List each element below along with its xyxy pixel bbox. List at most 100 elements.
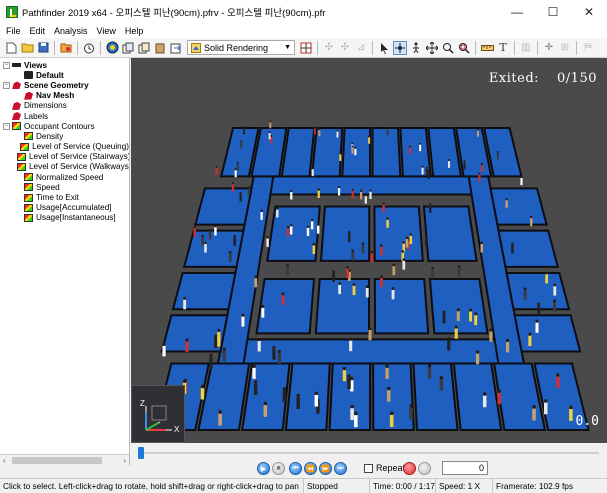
tree-item[interactable]: Speed xyxy=(0,182,129,192)
stopwatch-icon[interactable] xyxy=(82,41,96,55)
axis-x-label: X xyxy=(174,425,180,434)
scroll-left-arrow-icon[interactable]: ‹ xyxy=(3,455,6,465)
occupant-figure xyxy=(391,287,395,300)
timeline-slider-thumb[interactable] xyxy=(138,447,144,459)
occupant-paths-disabled-icon: ⛿ xyxy=(584,42,592,53)
tree-item[interactable]: Time to Exit xyxy=(0,192,129,202)
zoom-icon[interactable] xyxy=(441,41,455,55)
record-stop-button[interactable] xyxy=(418,462,431,475)
room-floor xyxy=(452,362,503,431)
occupant-figure xyxy=(268,131,271,140)
zoom-box-icon[interactable] xyxy=(457,41,471,55)
open-model-icon[interactable] xyxy=(59,41,73,55)
tree-expander-icon[interactable]: − xyxy=(3,122,10,130)
tree-expander-icon[interactable]: − xyxy=(3,61,10,69)
export-icon[interactable] xyxy=(169,41,183,55)
tree-item[interactable]: − Views xyxy=(0,60,129,70)
tree-item[interactable]: Normalized Speed xyxy=(0,172,129,182)
occupant-figure xyxy=(214,334,218,349)
play-button[interactable]: ▶ xyxy=(257,462,270,475)
occupant-figure xyxy=(474,312,478,326)
maximize-button[interactable]: ☐ xyxy=(535,0,571,24)
scrollbar-thumb[interactable] xyxy=(12,457,102,464)
tree-item-label: Normalized Speed xyxy=(36,172,104,182)
occupant-figure xyxy=(364,193,367,204)
pan-icon[interactable] xyxy=(425,41,439,55)
render-mode-select[interactable]: Solid Rendering ▼ xyxy=(187,40,295,55)
contour-icon xyxy=(12,122,21,131)
save-icon[interactable] xyxy=(36,41,50,55)
tree-item[interactable]: Usage[Accumulated] xyxy=(0,203,129,213)
tree-item[interactable]: Nav Mesh xyxy=(0,91,129,101)
occupant-figure xyxy=(480,241,484,253)
tree-item[interactable]: Density xyxy=(0,131,129,141)
grid-snap-icon[interactable]: ✛ xyxy=(542,41,556,55)
occupant-figure xyxy=(240,140,243,149)
tree-item[interactable]: Labels xyxy=(0,111,129,121)
fast-forward-button[interactable]: ⏩ xyxy=(319,462,332,475)
copy-view-icon[interactable] xyxy=(121,41,135,55)
occupant-figure xyxy=(338,282,342,295)
text-tool-icon[interactable]: T xyxy=(496,41,510,55)
occupant-figure xyxy=(365,285,369,298)
occupant-view-icon[interactable] xyxy=(105,41,119,55)
copy-image-icon[interactable] xyxy=(137,41,151,55)
occupant-figure xyxy=(257,337,261,352)
occupant-figure xyxy=(556,373,560,388)
occupant-figure xyxy=(215,165,218,175)
menu-view[interactable]: View xyxy=(97,26,116,36)
occupant-figure xyxy=(419,142,422,152)
floor-plan-icon[interactable] xyxy=(299,41,313,55)
stop-button[interactable]: ■ xyxy=(272,462,285,475)
tree-item[interactable]: Usage[Instantaneous] xyxy=(0,213,129,223)
new-file-icon[interactable] xyxy=(4,41,18,55)
select-pointer-icon[interactable] xyxy=(377,41,391,55)
contour-icon xyxy=(17,162,26,171)
3d-viewport[interactable]: Exited: 0/150 Z X 0.0 xyxy=(131,58,607,443)
tree-item[interactable]: Level of Service (Walkways) xyxy=(0,162,129,172)
tree-item[interactable]: − Scene Geometry xyxy=(0,80,129,90)
tree-item[interactable]: Default xyxy=(0,70,129,80)
repeat-toggle[interactable]: Repeat xyxy=(364,463,405,473)
occupant-figure xyxy=(463,160,466,170)
close-button[interactable]: ✕ xyxy=(571,0,607,24)
menu-bar: File Edit Analysis View Help xyxy=(0,24,607,38)
occupant-figure xyxy=(427,169,430,179)
menu-help[interactable]: Help xyxy=(125,26,144,36)
occupant-figure xyxy=(496,151,499,160)
occupant-figure xyxy=(439,376,444,391)
tree-expander-icon[interactable]: − xyxy=(3,81,10,89)
tree-item[interactable]: Dimensions xyxy=(0,101,129,111)
occupant-figure xyxy=(316,223,320,234)
ruler-icon[interactable] xyxy=(480,41,494,55)
occupant-figure xyxy=(409,404,413,420)
tree-item[interactable]: − Occupant Contours xyxy=(0,121,129,131)
repeat-checkbox[interactable] xyxy=(364,463,373,473)
occupant-figure xyxy=(553,299,556,312)
occupant-figure xyxy=(183,296,187,310)
skip-to-start-button[interactable]: ⏮ xyxy=(289,462,302,475)
walk-icon[interactable] xyxy=(409,41,423,55)
scroll-right-arrow-icon[interactable]: › xyxy=(123,455,126,465)
occupant-figure xyxy=(543,399,548,415)
occupant-figure xyxy=(263,401,268,417)
skip-to-end-button[interactable]: ⏭ xyxy=(334,462,347,475)
menu-edit[interactable]: Edit xyxy=(30,26,46,36)
minimize-button[interactable]: — xyxy=(499,0,535,24)
paste-icon[interactable] xyxy=(153,41,167,55)
tree-item[interactable]: Level of Service (Queuing) xyxy=(0,142,129,152)
occupant-figure xyxy=(162,342,166,357)
tree-item[interactable]: Level of Service (Stairways) xyxy=(0,152,129,162)
rewind-button[interactable]: ⏪ xyxy=(304,462,317,475)
room-floor xyxy=(266,205,321,262)
timeline-slider-track[interactable] xyxy=(139,452,599,454)
status-state: Stopped xyxy=(304,478,370,493)
record-button[interactable] xyxy=(403,462,416,475)
tree-horizontal-scrollbar[interactable]: ‹ › xyxy=(0,454,129,465)
menu-analysis[interactable]: Analysis xyxy=(54,26,88,36)
orbit-icon[interactable] xyxy=(393,40,407,55)
frame-input[interactable]: 0 xyxy=(442,461,488,475)
open-folder-icon[interactable] xyxy=(20,41,34,55)
menu-file[interactable]: File xyxy=(6,26,21,36)
occupant-figure xyxy=(553,283,557,296)
